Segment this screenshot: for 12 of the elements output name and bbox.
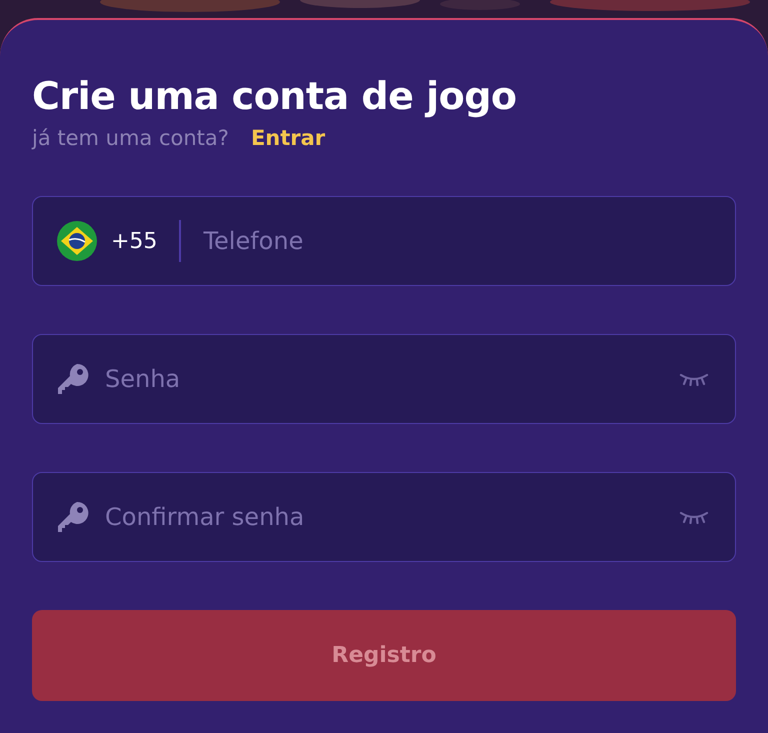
key-icon [57, 362, 91, 396]
password-input[interactable]: Confirmar senha [105, 503, 665, 531]
eye-closed-icon[interactable] [679, 510, 709, 524]
eye-closed-icon[interactable] [679, 372, 709, 386]
country-code[interactable]: +55 [111, 228, 158, 254]
page-title: Crie uma conta de jogo [32, 73, 518, 120]
key-icon [57, 500, 91, 534]
login-link[interactable]: Entrar [250, 126, 326, 150]
phone-input[interactable]: Telefone [203, 227, 709, 255]
password-input[interactable]: Senha [105, 365, 665, 393]
brazil-flag-icon [57, 221, 97, 261]
login-prompt: já tem uma conta? [32, 126, 229, 150]
